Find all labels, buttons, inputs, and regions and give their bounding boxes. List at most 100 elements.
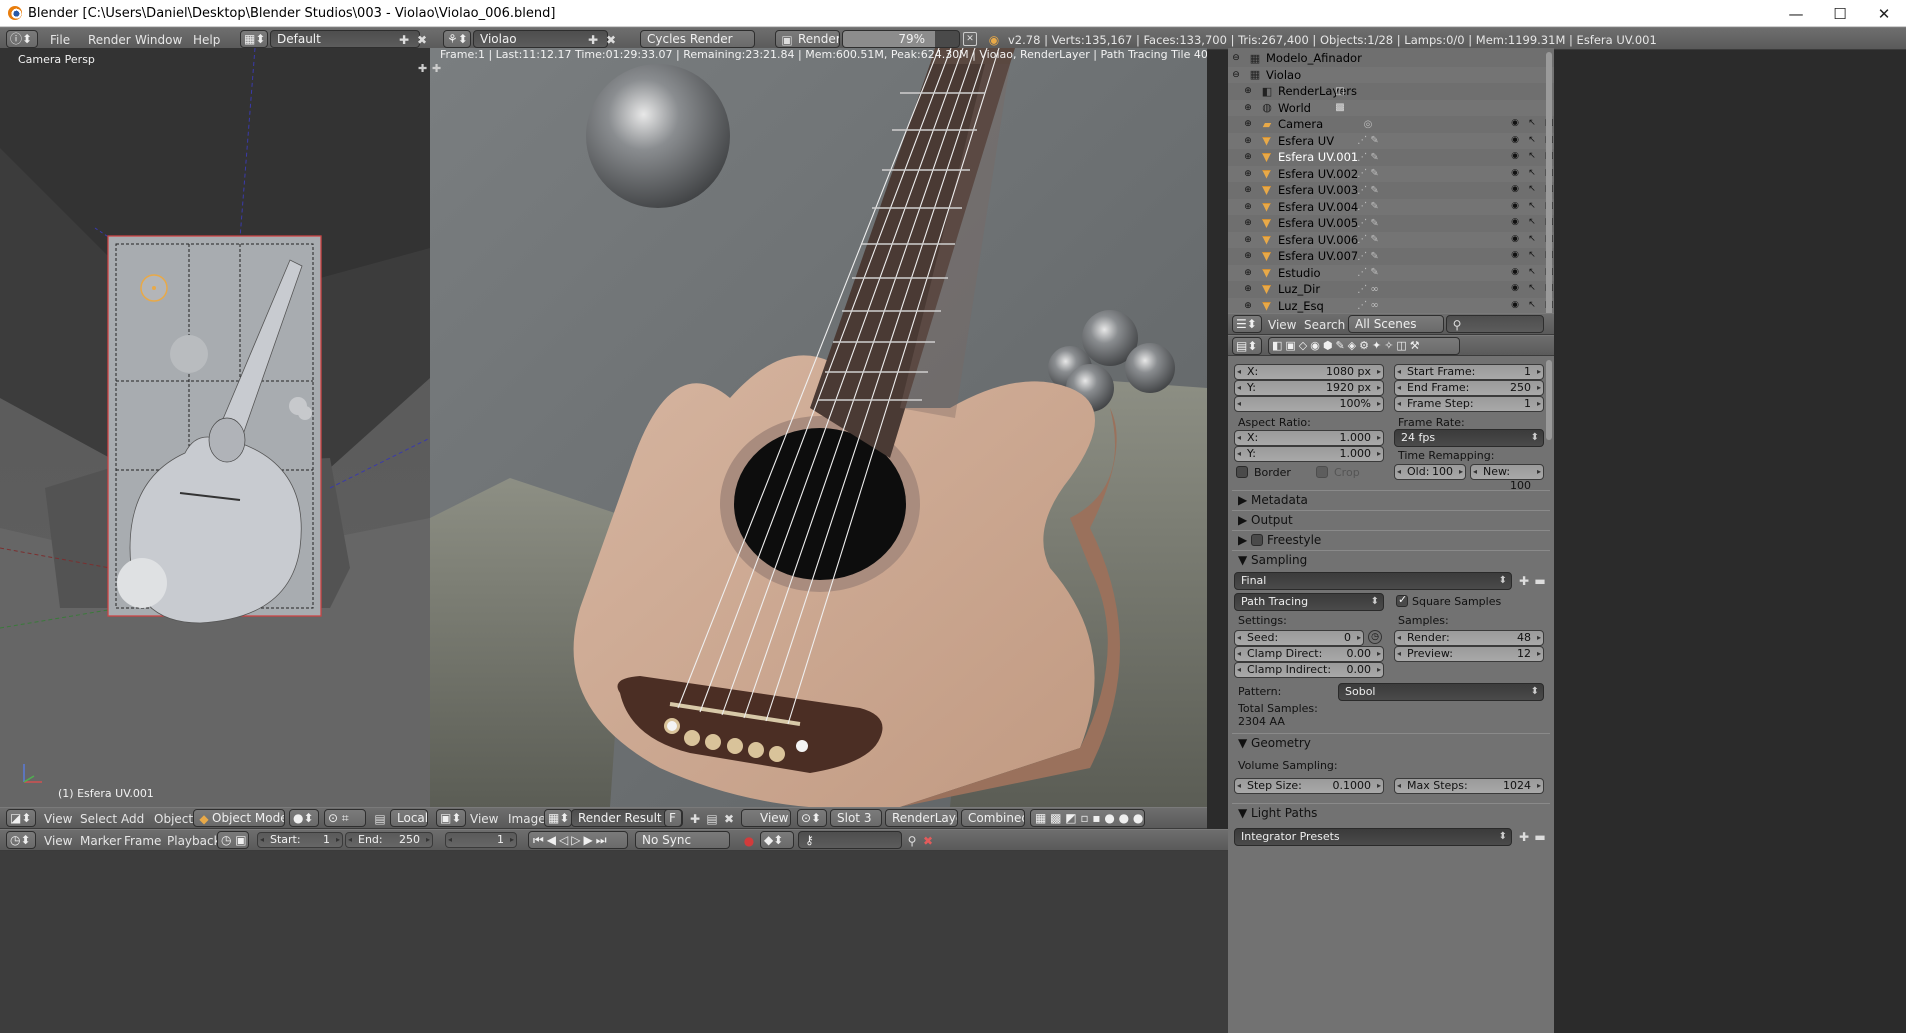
resolution-percent-field[interactable]: 100% [1234, 396, 1384, 412]
frame-rate-dropdown[interactable]: 24 fps [1394, 429, 1544, 447]
outliner-row[interactable]: ⊕Esfera UV.003⋰ ✎◉↖▣ [1228, 182, 1554, 198]
outliner-row[interactable]: ⊕Esfera UV.001⋰ ✎◉↖▣ [1228, 149, 1554, 165]
integrator-method-dropdown[interactable]: Path Tracing [1234, 593, 1384, 611]
preview-samples-field[interactable]: Preview:12 [1394, 646, 1544, 662]
outliner-row[interactable]: ⊕▰Camera◎◉↖▣ [1228, 116, 1554, 132]
menu-render[interactable]: Render [88, 31, 131, 49]
outliner-row[interactable]: ⊖ ▦ Violao [1228, 66, 1554, 83]
visibility-eye-icon[interactable]: ◉ [1510, 151, 1520, 161]
menu-frame[interactable]: Frame [124, 832, 161, 850]
remove-scene-icon[interactable]: ✖ [603, 32, 619, 48]
freestyle-checkbox[interactable] [1251, 534, 1264, 546]
editor-type-3d-button[interactable]: ◪⬍ [6, 809, 36, 827]
editor-type-properties-button[interactable]: ▤⬍ [1232, 337, 1262, 355]
selectable-arrow-icon[interactable]: ↖ [1527, 234, 1537, 244]
menu-object-3d[interactable]: Object [154, 810, 193, 828]
selectable-arrow-icon[interactable]: ↖ [1527, 300, 1537, 310]
expand-toggle-icon[interactable]: ⊕ [1242, 83, 1254, 99]
outliner-row[interactable]: ⊕Esfera UV.005⋰ ✎◉↖▣ [1228, 215, 1554, 231]
selectable-arrow-icon[interactable]: ↖ [1527, 201, 1537, 211]
step-size-field[interactable]: Step Size:0.1000 [1234, 778, 1384, 794]
geometry-panel-header[interactable]: ▼ Geometry [1232, 733, 1550, 751]
editor-type-timeline-button[interactable]: ◷⬍ [6, 831, 36, 849]
record-icon[interactable]: ● [741, 833, 757, 849]
selectable-arrow-icon[interactable]: ↖ [1527, 267, 1537, 277]
end-frame-field[interactable]: End Frame:250 [1394, 380, 1544, 396]
expand-toggle-icon[interactable]: ⊕ [1242, 133, 1254, 149]
layer-icon[interactable]: ▤ [372, 811, 388, 827]
outliner-row[interactable]: ⊕Esfera UV.004⋰ ✎◉↖▣ [1228, 198, 1554, 215]
menu-select-3d[interactable]: Select [80, 810, 117, 828]
outliner-row[interactable]: ⊕Luz_Dir⋰ ∞◉↖▣ [1228, 281, 1554, 297]
visibility-eye-icon[interactable]: ◉ [1510, 250, 1520, 260]
remap-new-field[interactable]: New:100 [1470, 464, 1544, 492]
menu-add-3d[interactable]: Add [121, 810, 144, 828]
keying-set-field[interactable]: ⚷ [798, 831, 902, 849]
render-samples-field[interactable]: Render:48 [1394, 630, 1544, 646]
integrator-presets-dropdown[interactable]: Integrator Presets [1234, 828, 1512, 846]
new-image-icon[interactable]: ✚ [687, 811, 703, 827]
expand-toggle-icon[interactable]: ⊕ [1242, 100, 1254, 116]
menu-marker[interactable]: Marker [80, 832, 121, 850]
square-samples-checkbox[interactable] [1396, 593, 1408, 607]
view-mode-dropdown[interactable]: View [741, 809, 791, 827]
playback-controls[interactable]: ⏮◀◁▷▶⏭ [528, 831, 628, 849]
render-layer-dropdown[interactable]: RenderLayer [885, 809, 958, 827]
menu-file[interactable]: File [50, 31, 70, 49]
visibility-eye-icon[interactable]: ◉ [1510, 135, 1520, 145]
viewport-corner-icon[interactable]: ✚ [418, 62, 427, 75]
menu-window[interactable]: Window [135, 31, 182, 49]
editor-type-info-button[interactable]: ⓘ⬍ [6, 30, 38, 48]
add-screen-icon[interactable]: ✚ [396, 32, 412, 48]
expand-toggle-icon[interactable]: ⊖ [1230, 50, 1242, 66]
editor-type-outliner-button[interactable]: ☰⬍ [1232, 315, 1262, 333]
preview-range-icons[interactable]: ◷ ▣ [217, 831, 249, 849]
add-scene-icon[interactable]: ✚ [585, 32, 601, 48]
keying-icon[interactable]: ◆⬍ [760, 831, 794, 849]
remap-old-field[interactable]: Old:100 [1394, 464, 1466, 480]
output-panel-header[interactable]: ▶ Output [1232, 510, 1550, 528]
cancel-render-icon[interactable]: ✕ [963, 32, 977, 46]
expand-toggle-icon[interactable]: ⊕ [1242, 149, 1254, 165]
menu-view-3d[interactable]: View [44, 810, 72, 828]
editor-type-image-button[interactable]: ▣⬍ [436, 809, 466, 827]
expand-toggle-icon[interactable]: ⊕ [1242, 199, 1254, 215]
timeline-start-field[interactable]: Start:1 [257, 832, 343, 848]
pattern-dropdown[interactable]: Sobol [1338, 683, 1544, 701]
menu-search-outliner[interactable]: Search [1304, 316, 1345, 334]
image-editor-corner-icon[interactable]: ✚ [432, 62, 441, 75]
outliner-row[interactable]: ⊕ ◧ RenderLayers ◫ [1228, 83, 1554, 99]
timeline-area[interactable] [0, 851, 1228, 1033]
remove-preset-icon[interactable]: ▬ [1532, 573, 1548, 589]
visibility-eye-icon[interactable]: ◉ [1510, 300, 1520, 310]
render-engine-dropdown[interactable]: Cycles Render [640, 30, 755, 48]
image-editor[interactable]: Frame:1 | Last:11:12.17 Time:01:29:33.07… [430, 48, 1207, 807]
visibility-eye-icon[interactable]: ◉ [1510, 267, 1520, 277]
menu-view-image[interactable]: View [470, 810, 498, 828]
selectable-arrow-icon[interactable]: ↖ [1527, 217, 1537, 227]
outliner-filter-dropdown[interactable]: All Scenes [1348, 315, 1444, 333]
pivot-icon-button[interactable]: ⊙⬍ [797, 809, 827, 827]
outliner[interactable]: ⊖ ▦ Modelo_Afinador ⊖ ▦ Violao ⊕ ◧ RenderLayers ◫… [1228, 48, 1554, 313]
outliner-row[interactable]: ⊕Esfera UV.006⋰ ✎◉↖▣ [1228, 231, 1554, 248]
frame-step-field[interactable]: Frame Step:1 [1394, 396, 1544, 412]
selectable-arrow-icon[interactable]: ↖ [1527, 184, 1537, 194]
outliner-row[interactable]: ⊕Esfera UV.007⋰ ✎◉↖▣ [1228, 248, 1554, 264]
expand-toggle-icon[interactable]: ⊕ [1242, 116, 1254, 132]
selectable-arrow-icon[interactable]: ↖ [1527, 135, 1537, 145]
properties-panel[interactable]: X:1080 px Y:1920 px 100% Start Frame:1 E… [1228, 356, 1554, 1033]
visibility-eye-icon[interactable]: ◉ [1510, 201, 1520, 211]
expand-toggle-icon[interactable]: ⊕ [1242, 215, 1254, 231]
aspect-x-field[interactable]: X:1.000 [1234, 430, 1384, 446]
fake-user-button[interactable]: F [664, 809, 682, 827]
add-preset-icon[interactable]: ✚ [1516, 573, 1532, 589]
screen-layout-icon[interactable]: ▦⬍ [240, 30, 268, 48]
minimize-button[interactable]: — [1774, 0, 1818, 27]
metadata-panel-header[interactable]: ▶ Metadata [1232, 490, 1550, 508]
menu-image[interactable]: Image [508, 810, 546, 828]
clamp-indirect-field[interactable]: Clamp Indirect:0.00 [1234, 662, 1384, 678]
outliner-row[interactable]: ⊕Esfera UV.002⋰ ✎◉↖▣ [1228, 165, 1554, 182]
visibility-eye-icon[interactable]: ◉ [1510, 118, 1520, 128]
selectable-arrow-icon[interactable]: ↖ [1527, 151, 1537, 161]
outliner-row[interactable]: ⊕Luz_Esq⋰ ∞◉↖▣ [1228, 297, 1554, 313]
